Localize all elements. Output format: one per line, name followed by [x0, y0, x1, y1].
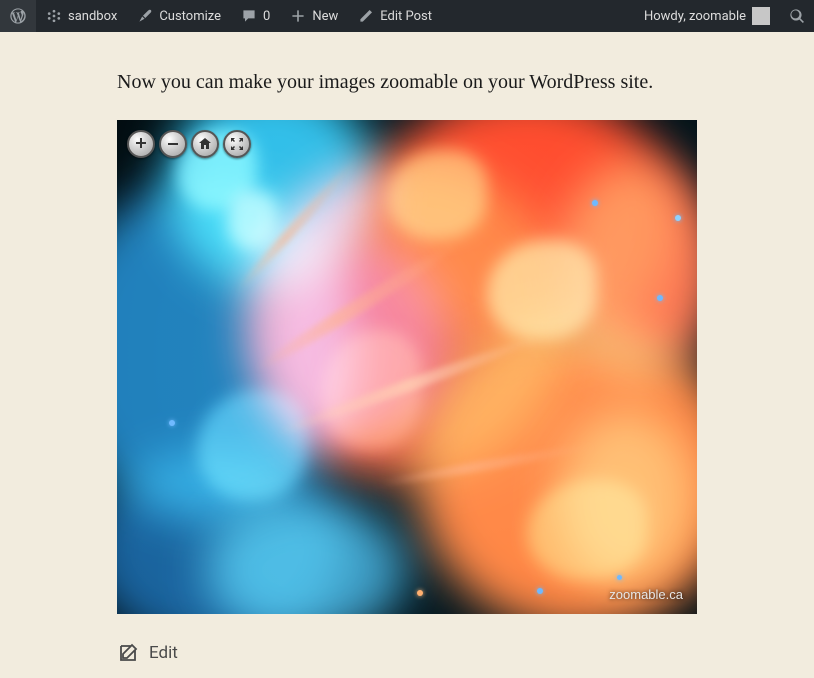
edit-post-link[interactable]: Edit Post [348, 0, 442, 32]
customize-link[interactable]: Customize [127, 0, 231, 32]
site-name-label: sandbox [68, 9, 117, 24]
search-toggle[interactable] [780, 0, 814, 32]
edit-icon [117, 642, 139, 664]
admin-home-icon [46, 8, 62, 24]
intro-paragraph: Now you can make your images zoomable on… [117, 68, 697, 96]
plus-icon [290, 8, 306, 24]
new-label: New [312, 9, 338, 24]
site-menu[interactable]: sandbox [36, 0, 127, 32]
zoomable-viewer[interactable]: zoomable.ca [117, 120, 697, 614]
fullpage-button[interactable] [223, 130, 251, 158]
viewer-toolbar [127, 130, 251, 158]
wordpress-icon [10, 8, 26, 24]
image-watermark: zoomable.ca [609, 587, 683, 602]
wp-logo-menu[interactable] [0, 0, 36, 32]
comments-count: 0 [263, 9, 270, 24]
search-icon [789, 8, 805, 24]
account-menu[interactable]: Howdy, zoomable [634, 0, 780, 32]
new-content-link[interactable]: New [280, 0, 348, 32]
post-content: Now you can make your images zoomable on… [117, 68, 697, 664]
brush-icon [137, 8, 153, 24]
post-edit-row: Edit [117, 642, 697, 664]
home-button[interactable] [191, 130, 219, 158]
pencil-icon [358, 8, 374, 24]
zoom-in-button[interactable] [127, 130, 155, 158]
comment-icon [241, 8, 257, 24]
wp-admin-bar: sandbox Customize 0 New Edit Post Howdy,… [0, 0, 814, 32]
viewer-image [117, 120, 697, 614]
zoom-out-button[interactable] [159, 130, 187, 158]
edit-link[interactable]: Edit [149, 643, 178, 663]
page-body: Now you can make your images zoomable on… [0, 32, 814, 664]
customize-label: Customize [159, 9, 221, 24]
avatar [752, 7, 770, 25]
comments-link[interactable]: 0 [231, 0, 280, 32]
edit-post-label: Edit Post [380, 9, 432, 24]
howdy-label: Howdy, zoomable [644, 9, 746, 24]
